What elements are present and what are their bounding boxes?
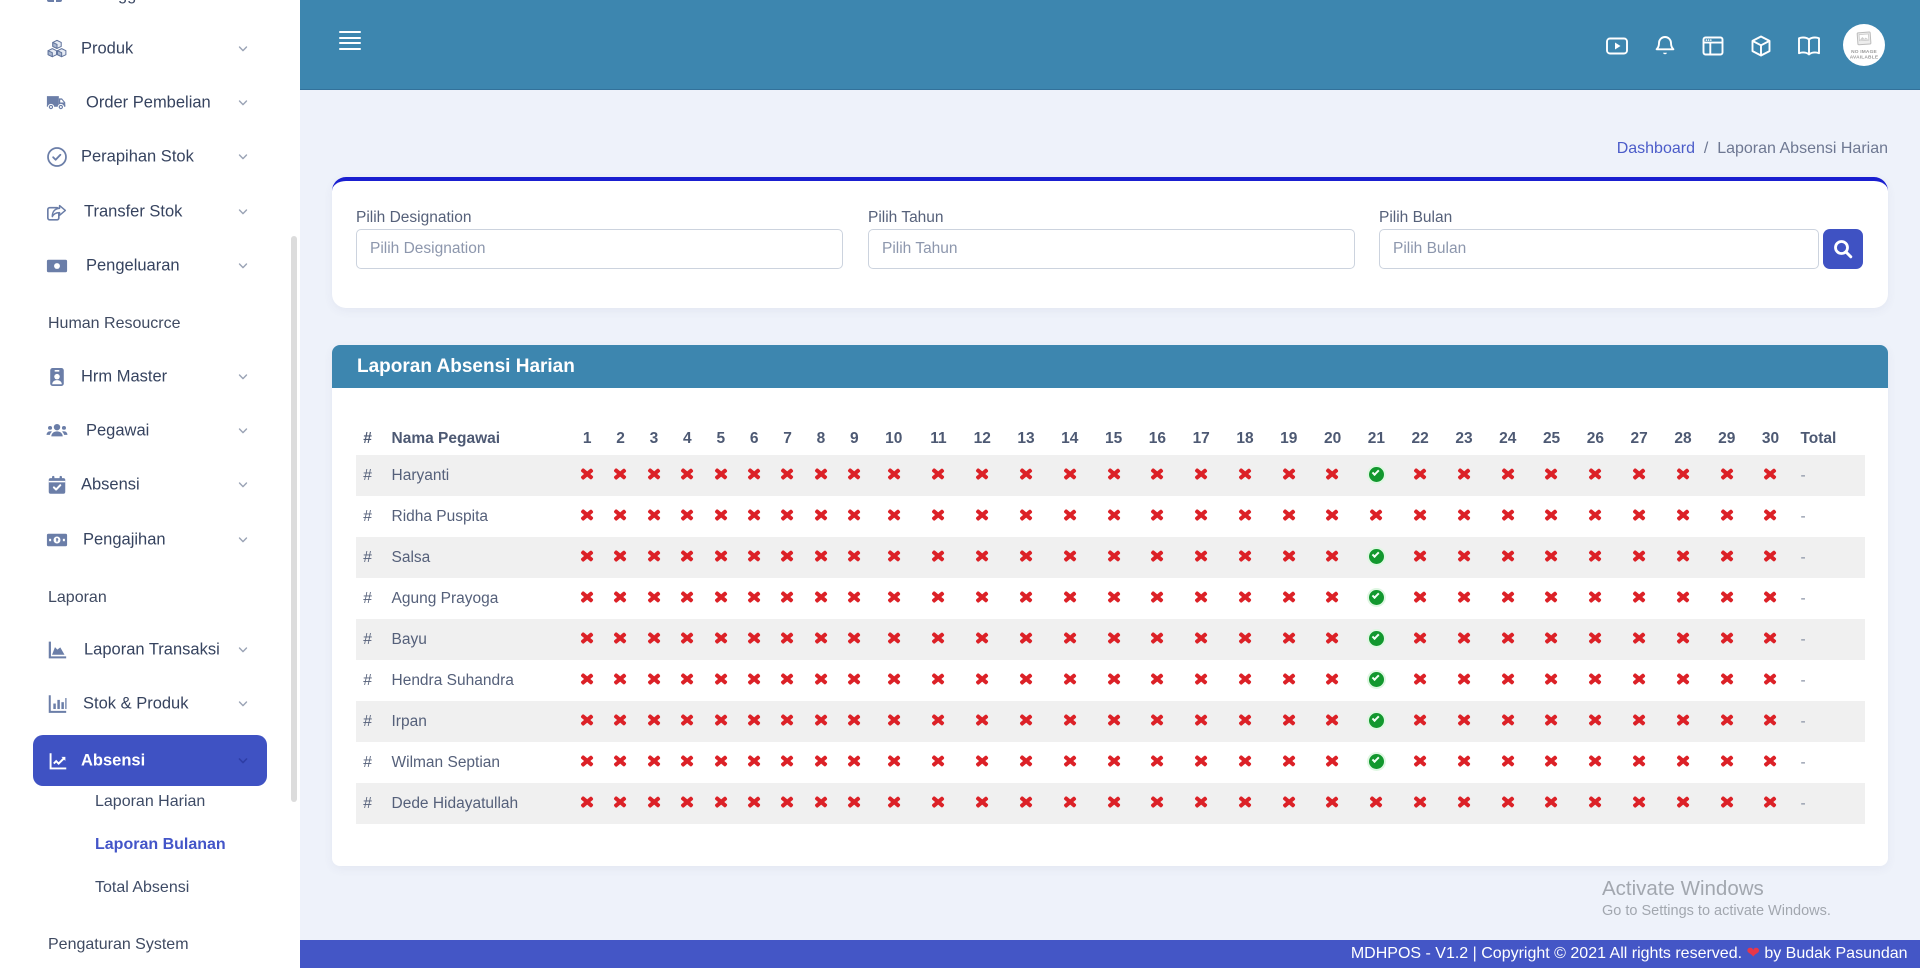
- svg-text:AVAILABLE: AVAILABLE: [1850, 55, 1879, 61]
- svg-text:NO IMAGE: NO IMAGE: [1851, 49, 1877, 55]
